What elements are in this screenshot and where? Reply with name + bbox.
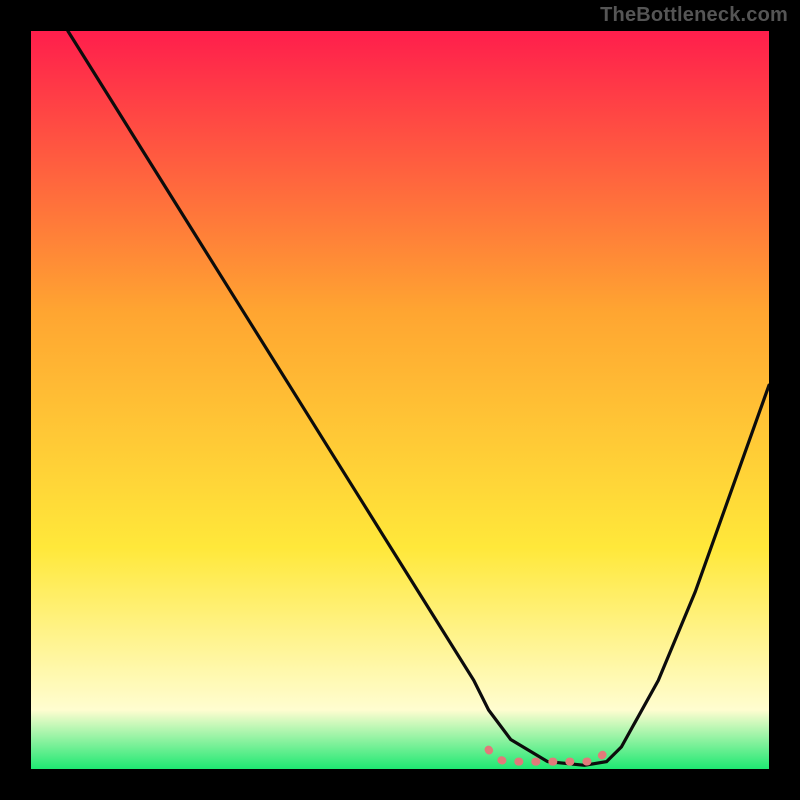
attribution-text: TheBottleneck.com bbox=[600, 4, 788, 27]
chart-frame: TheBottleneck.com bbox=[0, 0, 800, 800]
bottleneck-curve bbox=[31, 31, 769, 769]
plot-area bbox=[31, 31, 769, 769]
